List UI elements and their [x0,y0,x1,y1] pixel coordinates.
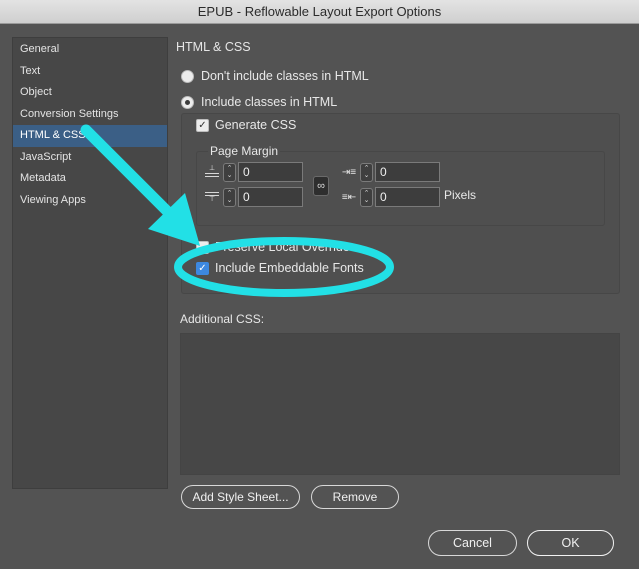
sidebar-item-text[interactable]: Text [13,61,167,83]
radio-dont-include-classes[interactable]: Don't include classes in HTML [181,69,369,83]
radio-label: Don't include classes in HTML [201,69,369,83]
additional-css-list[interactable] [180,333,620,475]
checkbox-label: Preserve Local Overrides [215,240,357,254]
margin-right-icon: ⇥≡ [341,166,357,178]
margin-left-icon: ≡⇤ [341,191,357,203]
margin-bottom-input[interactable]: 0 [238,187,303,207]
add-style-sheet-button[interactable]: Add Style Sheet... [181,485,300,509]
page-margin-label: Page Margin [208,144,281,158]
checkbox-checked-icon[interactable]: ✓ [196,118,209,132]
additional-css-label: Additional CSS: [180,312,265,326]
margin-units-label: Pixels [444,188,477,202]
link-margins-icon[interactable]: ∞ [313,176,329,196]
window-title: EPUB - Reflowable Layout Export Options [197,4,442,19]
remove-button[interactable]: Remove [311,485,399,509]
margin-left-input[interactable]: 0 [375,187,440,207]
margin-bottom-stepper[interactable]: ⌃ ⌄ [223,187,236,207]
preserve-local-overrides-checkbox[interactable]: Preserve Local Overrides [196,240,356,254]
sidebar-item-javascript[interactable]: JavaScript [13,147,167,169]
margin-top-control: ⊥ ⌃ ⌄ 0 [204,162,303,182]
checkbox-unchecked-icon[interactable] [196,240,209,254]
radio-label: Include classes in HTML [201,95,338,109]
margin-left-stepper[interactable]: ⌃ ⌄ [360,187,373,207]
margin-right-input[interactable]: 0 [375,162,440,182]
sidebar-item-conversion-settings[interactable]: Conversion Settings [13,104,167,126]
margin-left-control: ≡⇤ ⌃ ⌄ 0 [341,187,440,207]
checkbox-label: Include Embeddable Fonts [215,261,364,275]
category-sidebar: General Text Object Conversion Settings … [12,37,168,489]
radio-button-selected[interactable] [181,95,194,109]
margin-top-input[interactable]: 0 [238,162,303,182]
sidebar-item-metadata[interactable]: Metadata [13,168,167,190]
include-embeddable-fonts-checkbox[interactable]: ✓ Include Embeddable Fonts [196,261,364,275]
radio-button[interactable] [181,69,194,83]
window-title-bar: EPUB - Reflowable Layout Export Options [0,0,639,24]
checkbox-label: Generate CSS [215,118,297,132]
section-title: HTML & CSS [176,40,251,54]
sidebar-item-general[interactable]: General [13,39,167,61]
margin-top-stepper[interactable]: ⌃ ⌄ [223,162,236,182]
margin-bottom-control: ⊤ ⌃ ⌄ 0 [204,187,303,207]
checkbox-checked-icon[interactable]: ✓ [196,261,209,275]
radio-include-classes[interactable]: Include classes in HTML [181,95,337,109]
generate-css-checkbox[interactable]: ✓ Generate CSS [196,118,296,132]
ok-button[interactable]: OK [527,530,614,556]
margin-right-stepper[interactable]: ⌃ ⌄ [360,162,373,182]
sidebar-item-html-css[interactable]: HTML & CSS [13,125,167,147]
margin-top-icon: ⊥ [204,163,220,181]
sidebar-item-object[interactable]: Object [13,82,167,104]
margin-right-control: ⇥≡ ⌃ ⌄ 0 [341,162,440,182]
margin-bottom-icon: ⊤ [204,188,220,206]
sidebar-item-viewing-apps[interactable]: Viewing Apps [13,190,167,212]
cancel-button[interactable]: Cancel [428,530,517,556]
